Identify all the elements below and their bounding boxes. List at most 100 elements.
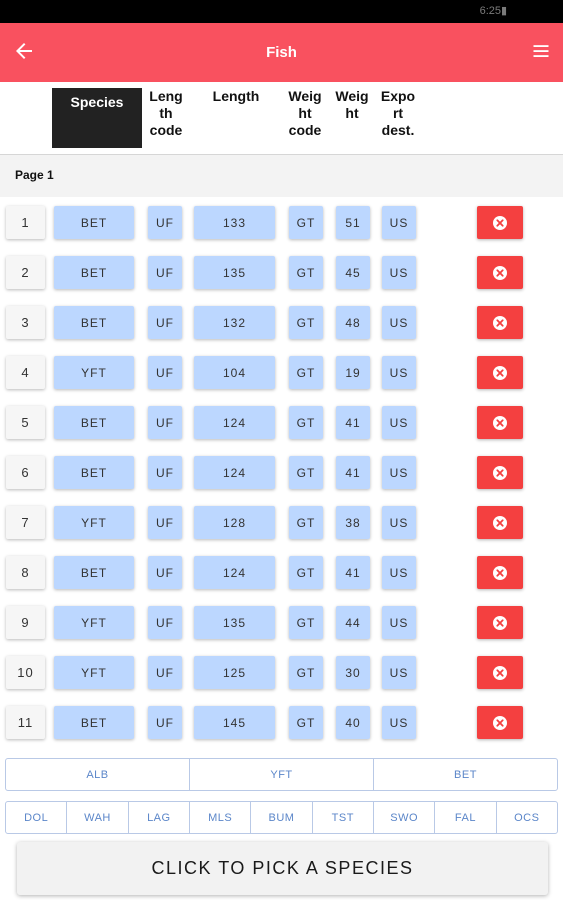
row-number-button[interactable]: 2 [6, 256, 45, 289]
delete-row-button[interactable] [477, 606, 523, 639]
length-cell[interactable]: 135 [194, 256, 275, 289]
export-destination-cell[interactable]: US [382, 556, 416, 589]
column-header-weight-code[interactable]: Weig ht code [284, 88, 326, 139]
export-destination-cell[interactable]: US [382, 656, 416, 689]
delete-row-button[interactable] [477, 506, 523, 539]
quick-species-button[interactable]: WAH [66, 802, 127, 833]
export-destination-cell[interactable]: US [382, 506, 416, 539]
row-number-button[interactable]: 9 [6, 606, 45, 639]
quick-species-button[interactable]: ALB [6, 759, 189, 790]
export-destination-cell[interactable]: US [382, 206, 416, 239]
length-code-cell[interactable]: UF [148, 706, 182, 739]
delete-row-button[interactable] [477, 306, 523, 339]
weight-code-cell[interactable]: GT [289, 406, 323, 439]
length-cell[interactable]: 104 [194, 356, 275, 389]
delete-row-button[interactable] [477, 556, 523, 589]
export-destination-cell[interactable]: US [382, 456, 416, 489]
delete-row-button[interactable] [477, 656, 523, 689]
column-header-weight[interactable]: Weig ht [332, 88, 372, 122]
weight-cell[interactable]: 38 [336, 506, 370, 539]
species-cell[interactable]: YFT [54, 656, 134, 689]
length-code-cell[interactable]: UF [148, 656, 182, 689]
quick-species-button[interactable]: DOL [6, 802, 66, 833]
quick-species-button[interactable]: TST [311, 802, 373, 833]
length-code-cell[interactable]: UF [148, 556, 182, 589]
weight-cell[interactable]: 44 [336, 606, 370, 639]
weight-code-cell[interactable]: GT [289, 556, 323, 589]
weight-code-cell[interactable]: GT [289, 706, 323, 739]
weight-cell[interactable]: 40 [336, 706, 370, 739]
row-number-button[interactable]: 7 [6, 506, 45, 539]
export-destination-cell[interactable]: US [382, 306, 416, 339]
weight-code-cell[interactable]: GT [289, 456, 323, 489]
weight-cell[interactable]: 41 [336, 406, 370, 439]
length-cell[interactable]: 128 [194, 506, 275, 539]
quick-species-button[interactable]: YFT [189, 759, 373, 790]
weight-code-cell[interactable]: GT [289, 606, 323, 639]
length-cell[interactable]: 132 [194, 306, 275, 339]
weight-cell[interactable]: 45 [336, 256, 370, 289]
length-code-cell[interactable]: UF [148, 356, 182, 389]
length-code-cell[interactable]: UF [148, 256, 182, 289]
pick-species-button[interactable]: CLICK TO PICK A SPECIES [17, 842, 548, 895]
quick-species-button[interactable]: BET [373, 759, 557, 790]
quick-species-button[interactable]: BUM [250, 802, 311, 833]
species-cell[interactable]: YFT [54, 506, 134, 539]
row-number-button[interactable]: 4 [6, 356, 45, 389]
weight-cell[interactable]: 48 [336, 306, 370, 339]
weight-code-cell[interactable]: GT [289, 506, 323, 539]
weight-code-cell[interactable]: GT [289, 656, 323, 689]
export-destination-cell[interactable]: US [382, 256, 416, 289]
row-number-button[interactable]: 8 [6, 556, 45, 589]
column-header-length[interactable]: Length [196, 88, 276, 105]
length-cell[interactable]: 124 [194, 456, 275, 489]
export-destination-cell[interactable]: US [382, 356, 416, 389]
column-header-length-code[interactable]: Leng th code [146, 88, 186, 139]
delete-row-button[interactable] [477, 456, 523, 489]
delete-row-button[interactable] [477, 206, 523, 239]
delete-row-button[interactable] [477, 406, 523, 439]
delete-row-button[interactable] [477, 256, 523, 289]
row-number-button[interactable]: 10 [6, 656, 45, 689]
species-cell[interactable]: BET [54, 556, 134, 589]
species-cell[interactable]: YFT [54, 606, 134, 639]
species-cell[interactable]: BET [54, 456, 134, 489]
length-cell[interactable]: 124 [194, 556, 275, 589]
quick-species-button[interactable]: FAL [434, 802, 495, 833]
delete-row-button[interactable] [477, 706, 523, 739]
length-code-cell[interactable]: UF [148, 456, 182, 489]
quick-species-button[interactable]: SWO [372, 802, 434, 833]
row-number-button[interactable]: 3 [6, 306, 45, 339]
length-code-cell[interactable]: UF [148, 406, 182, 439]
weight-code-cell[interactable]: GT [289, 206, 323, 239]
row-number-button[interactable]: 11 [6, 706, 45, 739]
weight-code-cell[interactable]: GT [289, 256, 323, 289]
length-code-cell[interactable]: UF [148, 306, 182, 339]
length-cell[interactable]: 125 [194, 656, 275, 689]
species-cell[interactable]: YFT [54, 356, 134, 389]
weight-cell[interactable]: 51 [336, 206, 370, 239]
row-number-button[interactable]: 5 [6, 406, 45, 439]
species-cell[interactable]: BET [54, 256, 134, 289]
weight-cell[interactable]: 41 [336, 456, 370, 489]
export-destination-cell[interactable]: US [382, 606, 416, 639]
hamburger-menu-icon[interactable] [531, 41, 551, 61]
length-code-cell[interactable]: UF [148, 506, 182, 539]
length-cell[interactable]: 145 [194, 706, 275, 739]
weight-code-cell[interactable]: GT [289, 356, 323, 389]
weight-cell[interactable]: 19 [336, 356, 370, 389]
length-cell[interactable]: 135 [194, 606, 275, 639]
column-header-export-destination[interactable]: Expo rt dest. [376, 88, 420, 139]
row-number-button[interactable]: 6 [6, 456, 45, 489]
export-destination-cell[interactable]: US [382, 706, 416, 739]
column-header-species[interactable]: Species [52, 88, 142, 148]
quick-species-button[interactable]: LAG [127, 802, 189, 833]
length-code-cell[interactable]: UF [148, 206, 182, 239]
quick-species-button[interactable]: OCS [495, 802, 557, 833]
weight-code-cell[interactable]: GT [289, 306, 323, 339]
weight-cell[interactable]: 30 [336, 656, 370, 689]
quick-species-button[interactable]: MLS [188, 802, 250, 833]
export-destination-cell[interactable]: US [382, 406, 416, 439]
length-cell[interactable]: 124 [194, 406, 275, 439]
delete-row-button[interactable] [477, 356, 523, 389]
